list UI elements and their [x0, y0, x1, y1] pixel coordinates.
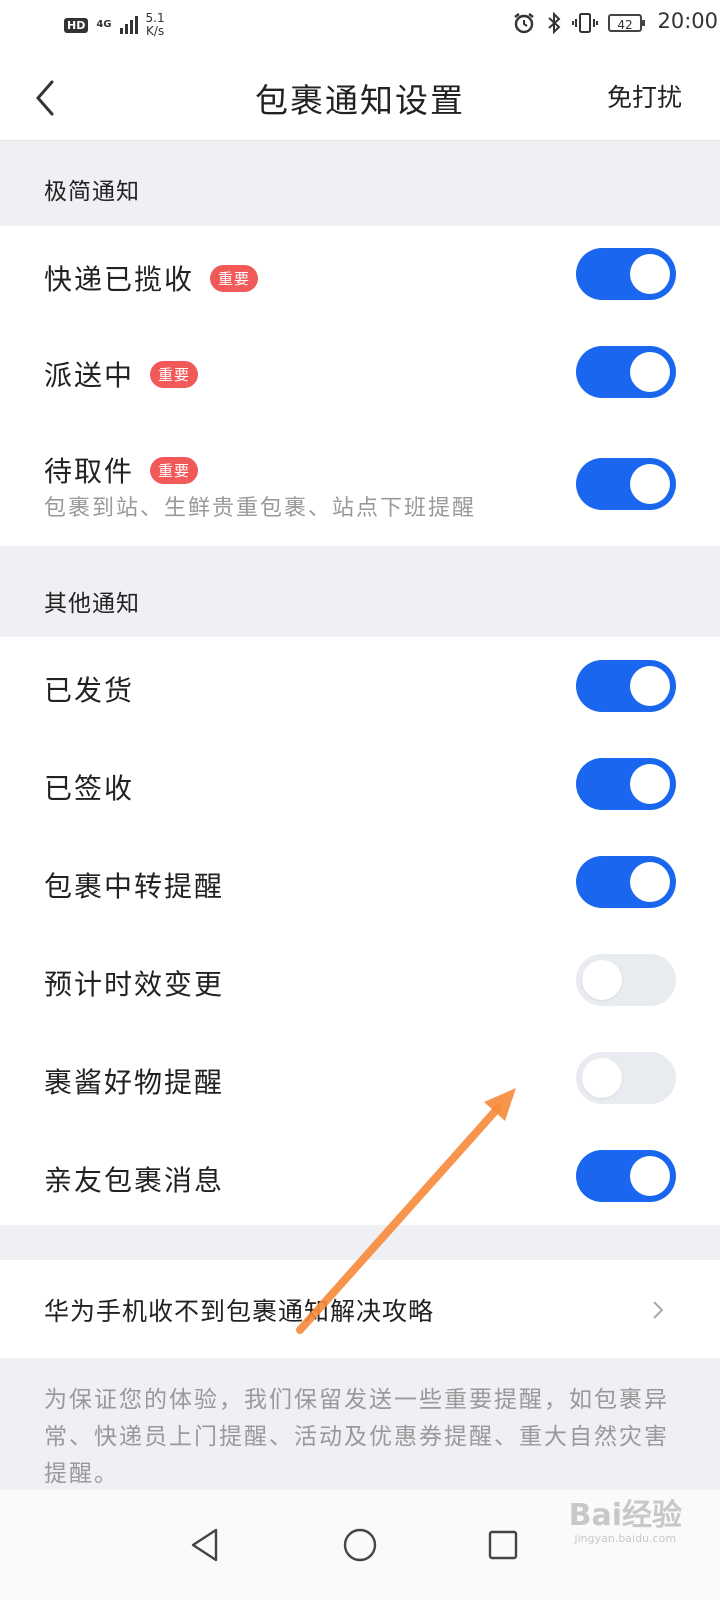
- battery-icon: 42: [608, 14, 645, 32]
- setting-label: 已发货: [44, 674, 135, 707]
- help-link-label: 华为手机收不到包裹通知解决攻略: [44, 1297, 435, 1326]
- section-label-other: 其他通知: [44, 591, 140, 617]
- toggle-eta-change[interactable]: [576, 954, 676, 1006]
- setting-label: 派送中 重要: [44, 354, 199, 394]
- bluetooth-icon: [548, 11, 561, 35]
- alarm-icon: [514, 13, 534, 34]
- setting-row-shipped[interactable]: 已发货: [0, 637, 720, 735]
- toggle-collected[interactable]: [576, 248, 676, 300]
- toggle-goods[interactable]: [576, 1052, 676, 1104]
- setting-row-eta-change[interactable]: 预计时效变更: [0, 931, 720, 1029]
- help-link-row[interactable]: 华为手机收不到包裹通知解决攻略: [0, 1260, 720, 1358]
- speed-unit: K/s: [145, 24, 165, 38]
- setting-row-collected[interactable]: 快递已揽收 重要: [0, 226, 720, 324]
- setting-description: 包裹到站、生鲜贵重包裹、站点下班提醒: [44, 496, 477, 521]
- signal-icon: [119, 16, 138, 34]
- setting-row-pickup[interactable]: 待取件 重要 包裹到站、生鲜贵重包裹、站点下班提醒: [0, 422, 720, 546]
- setting-label: 预计时效变更: [44, 968, 225, 1001]
- nav-recents-icon[interactable]: [478, 1520, 528, 1570]
- minimal-notifications-card: 快递已揽收 重要 派送中 重要 待取件 重要 包裹到站、生鲜贵重包裹、站点下班提醒: [0, 226, 720, 546]
- setting-row-transfer[interactable]: 包裹中转提醒: [0, 833, 720, 931]
- vibrate-icon: [572, 13, 598, 33]
- other-notifications-card: 已发货 已签收 包裹中转提醒 预计时效变更 裹酱好物提醒 亲友包裹消息: [0, 637, 720, 1225]
- toggle-delivering[interactable]: [576, 346, 676, 398]
- setting-label: 包裹中转提醒: [44, 870, 225, 903]
- hd-indicator: HD: [64, 17, 89, 33]
- do-not-disturb-button[interactable]: 免打扰: [607, 78, 682, 114]
- network-type: 4G: [96, 19, 112, 30]
- setting-row-family[interactable]: 亲友包裹消息: [0, 1127, 720, 1225]
- toggle-family[interactable]: [576, 1150, 676, 1202]
- footer-note: 为保证您的体验，我们保留发送一些重要提醒，如包裹异常、快递员上门提醒、活动及优惠…: [44, 1387, 669, 1487]
- important-badge: 重要: [150, 361, 199, 388]
- watermark: Bai经验 jingyan.baidu.com: [569, 1490, 682, 1545]
- nav-home-icon[interactable]: [335, 1520, 385, 1570]
- status-left: HD 4G 5.1 K/s: [64, 12, 165, 38]
- setting-row-signed[interactable]: 已签收: [0, 735, 720, 833]
- setting-row-delivering[interactable]: 派送中 重要: [0, 324, 720, 422]
- network-speed: 5.1 K/s: [146, 12, 165, 38]
- setting-label: 已签收: [44, 772, 135, 805]
- important-badge: 重要: [210, 265, 259, 292]
- watermark-sub: jingyan.baidu.com: [574, 1532, 677, 1545]
- toggle-signed[interactable]: [576, 758, 676, 810]
- setting-label: 亲友包裹消息: [44, 1164, 225, 1197]
- chevron-right-icon: [653, 1301, 664, 1319]
- watermark-main: Bai经验: [568, 1498, 682, 1533]
- section-label-minimal: 极简通知: [44, 179, 140, 205]
- important-badge: 重要: [150, 457, 199, 484]
- toggle-transfer[interactable]: [576, 856, 676, 908]
- toggle-shipped[interactable]: [576, 660, 676, 712]
- toggle-pickup[interactable]: [576, 458, 676, 510]
- status-bar: HD 4G 5.1 K/s 42 20:00: [0, 0, 720, 50]
- status-time: 20:00: [657, 9, 718, 33]
- setting-label: 待取件 重要: [44, 450, 199, 490]
- status-right: 42 20:00: [512, 9, 718, 35]
- nav-back-icon[interactable]: [181, 1520, 231, 1570]
- setting-label: 裹酱好物提醒: [44, 1066, 225, 1099]
- header: 包裹通知设置 免打扰: [0, 50, 720, 141]
- setting-label: 快递已揽收 重要: [44, 258, 259, 298]
- setting-row-goods[interactable]: 裹酱好物提醒: [0, 1029, 720, 1127]
